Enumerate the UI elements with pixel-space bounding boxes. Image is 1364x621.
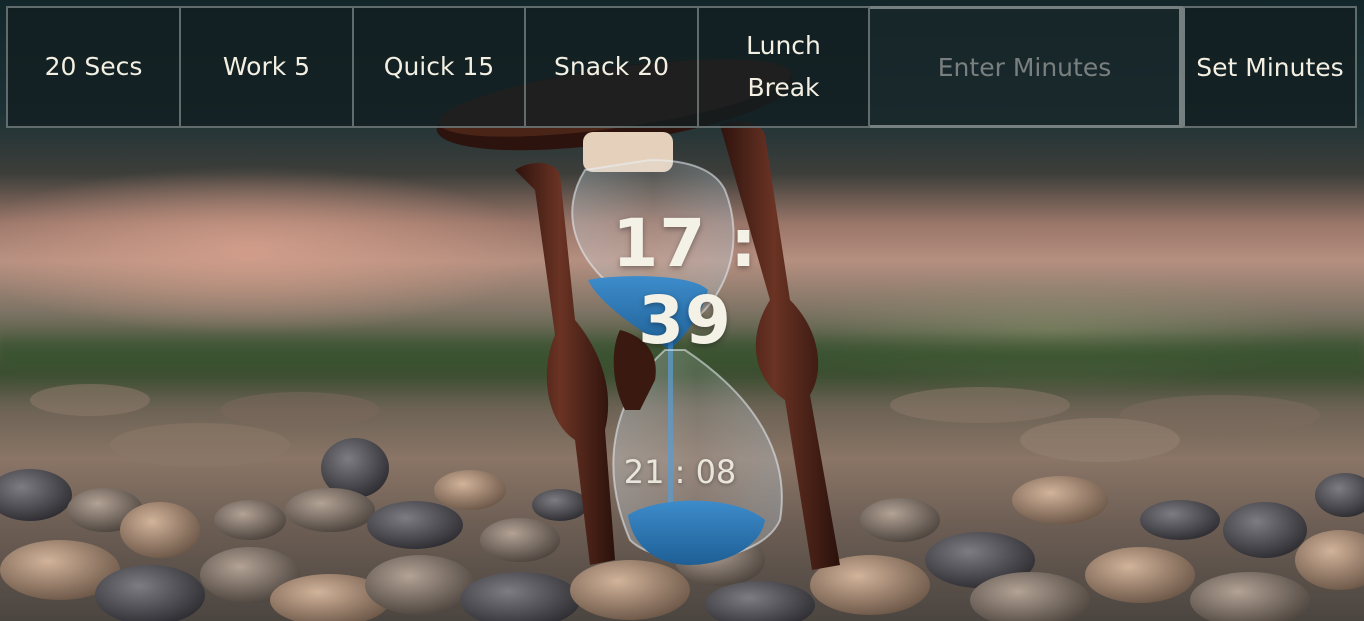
preset-lunch-break-label: Lunch Break (746, 30, 821, 103)
minutes-input[interactable] (870, 6, 1182, 128)
end-time-display: 21 : 08 (623, 453, 737, 491)
preset-20-secs-button[interactable]: 20 Secs (6, 6, 179, 128)
countdown-display: 17 : 39 (612, 205, 758, 359)
preset-quick-15-button[interactable]: Quick 15 (352, 6, 524, 128)
set-minutes-button[interactable]: Set Minutes (1182, 6, 1357, 128)
preset-work-5-button[interactable]: Work 5 (179, 6, 352, 128)
preset-snack-20-button[interactable]: Snack 20 (524, 6, 697, 128)
toolbar: 20 Secs Work 5 Quick 15 Snack 20 Lunch B… (6, 6, 1357, 128)
preset-lunch-break-button[interactable]: Lunch Break (697, 6, 870, 128)
timer-app: 20 Secs Work 5 Quick 15 Snack 20 Lunch B… (0, 0, 1364, 621)
